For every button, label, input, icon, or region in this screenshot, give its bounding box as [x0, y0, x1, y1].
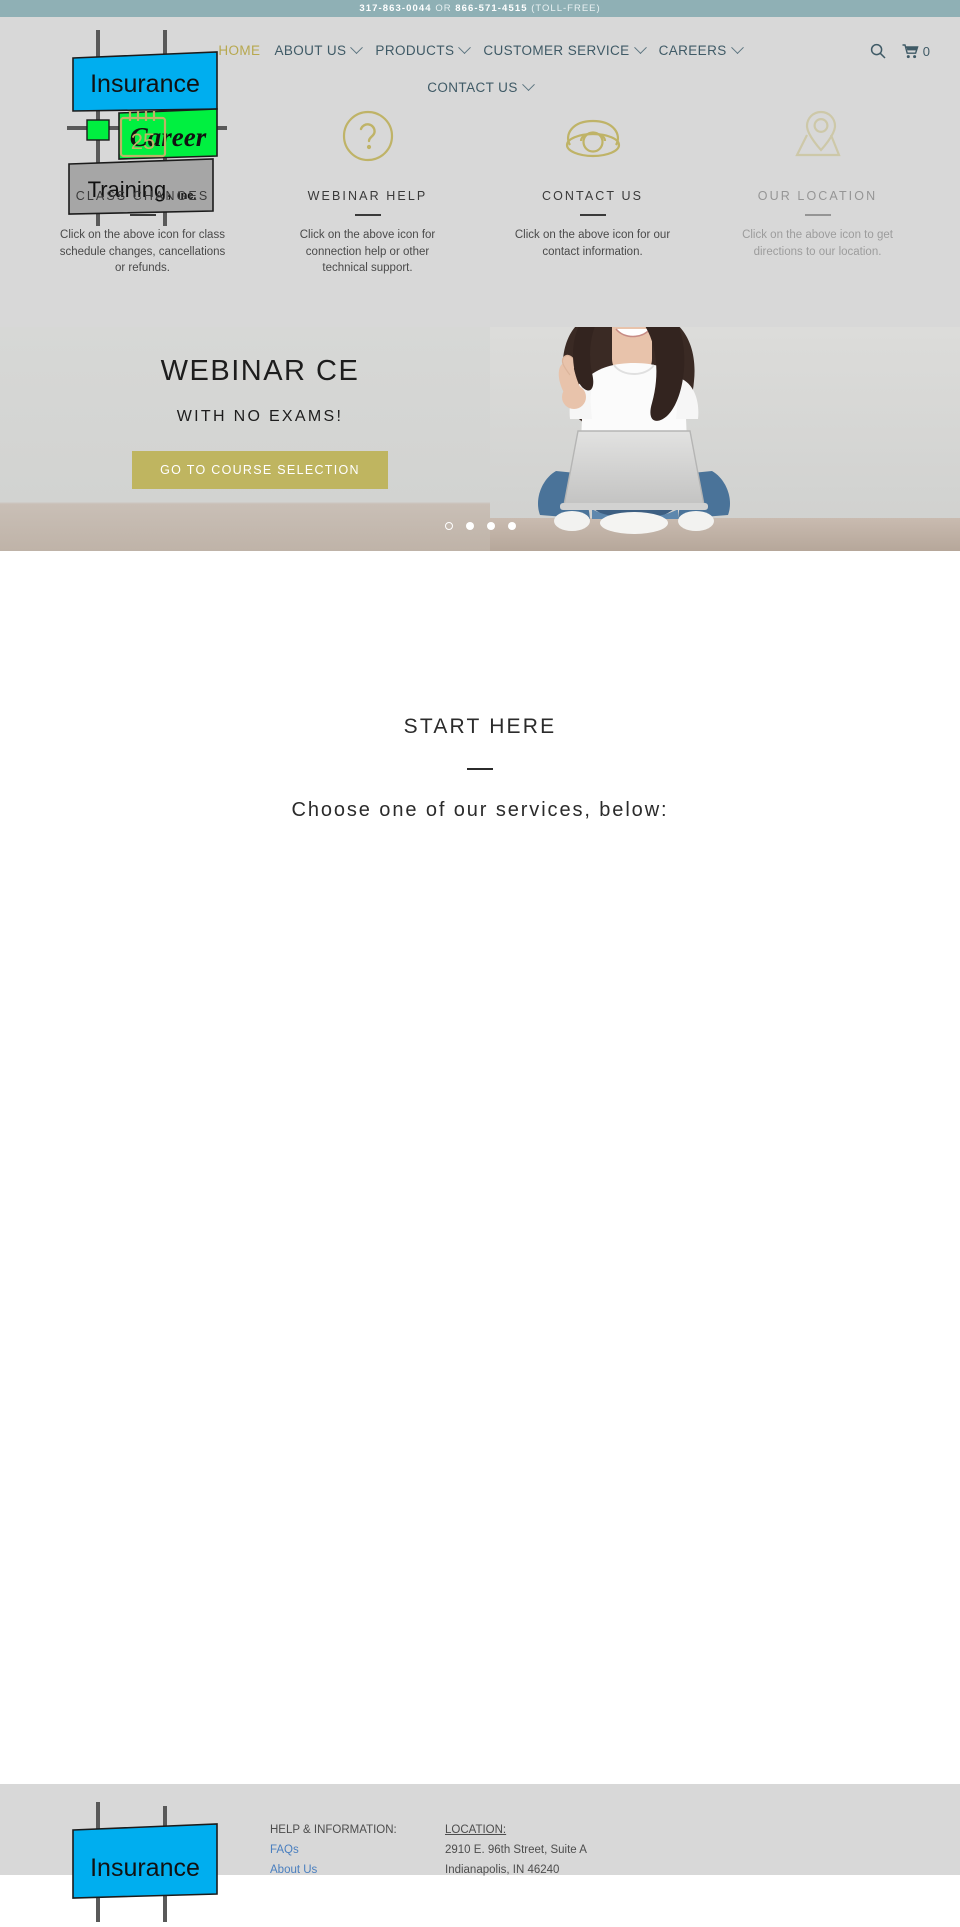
hero-title: WEBINAR CE: [160, 355, 360, 387]
footer-help-column: HELP & INFORMATION: FAQs About Us: [270, 1802, 445, 1876]
nav-item-careers[interactable]: CAREERS: [658, 40, 744, 58]
footer-help-heading: HELP & INFORMATION:: [270, 1824, 397, 1836]
feature-title: WEBINAR HELP: [307, 189, 428, 203]
site-header: Insurance Career Training, Inc. HOME ABO…: [0, 17, 960, 327]
chevron-down-icon: [458, 40, 472, 54]
header-utilities: 0: [870, 43, 930, 59]
footer-logo-graphic: Insurance: [72, 1802, 218, 1922]
feature-icon-wrap: [787, 107, 849, 165]
svg-text:25: 25: [130, 129, 154, 154]
footer-location-column: LOCATION: 2910 E. 96th Street, Suite A I…: [445, 1802, 587, 1876]
chevron-down-icon: [350, 40, 364, 54]
phone-number-tollfree[interactable]: 866-571-4515: [455, 3, 527, 14]
question-mark-circle-icon: [342, 110, 393, 162]
feature-title: OUR LOCATION: [757, 189, 878, 203]
feature-icon-wrap: [560, 107, 626, 165]
search-icon: [870, 43, 886, 59]
footer-address-line-1: 2910 E. 96th Street, Suite A: [445, 1844, 587, 1856]
feature-description: Click on the above icon to get direction…: [742, 229, 893, 258]
feature-title: CLASS CHANGES: [75, 189, 210, 203]
slider-dot-2[interactable]: [465, 522, 474, 530]
section-divider: [467, 768, 493, 770]
footer-link-about-us[interactable]: About Us: [270, 1864, 445, 1876]
feature-shortcuts-row: 25 CLASS CHANGES Click on the above icon…: [0, 107, 960, 277]
nav-row-primary: HOME ABOUT US PRODUCTS CUSTOMER SERVICE …: [218, 39, 744, 61]
chevron-down-icon: [633, 40, 647, 54]
page-title: START HERE: [403, 715, 557, 738]
feature-icon-wrap: [340, 107, 396, 165]
nav-item-label: CAREERS: [658, 42, 727, 58]
calendar-25-icon: 25: [119, 111, 166, 158]
chevron-down-icon: [730, 40, 744, 54]
start-here-section: START HERE Choose one of our services, b…: [0, 551, 960, 1551]
cart-icon: [902, 43, 919, 58]
feature-divider: [129, 214, 156, 216]
map-pin-icon: [794, 110, 841, 157]
svg-text:Insurance: Insurance: [90, 70, 200, 98]
woman-with-laptop-photo: [490, 327, 960, 551]
telephone-icon: [565, 119, 620, 158]
slider-dot-4[interactable]: [507, 522, 516, 530]
feature-divider: [579, 214, 606, 216]
feature-class-changes[interactable]: 25 CLASS CHANGES Click on the above icon…: [30, 107, 255, 277]
nav-item-label: CONTACT US: [427, 79, 518, 95]
feature-description: Click on the above icon for connection h…: [299, 229, 436, 274]
cart-button[interactable]: 0: [902, 44, 930, 59]
nav-item-label: PRODUCTS: [375, 42, 455, 58]
footer-link-faqs[interactable]: FAQs: [270, 1844, 445, 1856]
feature-description: Click on the above icon for our contact …: [514, 229, 671, 258]
feature-description: Click on the above icon for class schedu…: [59, 229, 226, 274]
nav-item-about-us[interactable]: ABOUT US: [274, 40, 364, 58]
feature-icon-wrap: 25: [115, 107, 171, 165]
nav-item-contact-us[interactable]: CONTACT US: [427, 77, 535, 95]
start-here-subtitle: Choose one of our services, below:: [291, 799, 669, 821]
feature-our-location[interactable]: OUR LOCATION Click on the above icon to …: [705, 107, 930, 277]
cart-count: 0: [922, 43, 930, 59]
hero-slider: WEBINAR CE WITH NO EXAMS! GO TO COURSE S…: [0, 327, 960, 551]
svg-text:Insurance: Insurance: [90, 1854, 200, 1882]
announcement-text: 317-863-0044 OR 866-571-4515 (TOLL-FREE): [359, 3, 600, 14]
slider-dot-3[interactable]: [486, 522, 495, 530]
footer-logo[interactable]: Insurance: [0, 1802, 270, 1922]
announcement-or: OR: [431, 3, 456, 14]
nav-item-label: ABOUT US: [274, 42, 347, 58]
nav-item-label: CUSTOMER SERVICE: [483, 42, 630, 58]
hero-cta-button[interactable]: GO TO COURSE SELECTION: [132, 451, 388, 489]
nav-row-secondary: CONTACT US: [427, 76, 535, 98]
feature-divider: [804, 214, 831, 216]
announcement-bar: 317-863-0044 OR 866-571-4515 (TOLL-FREE): [0, 0, 960, 17]
feature-title: CONTACT US: [541, 189, 644, 203]
feature-webinar-help[interactable]: WEBINAR HELP Click on the above icon for…: [255, 107, 480, 277]
feature-divider: [354, 214, 381, 216]
nav-item-products[interactable]: PRODUCTS: [375, 40, 472, 58]
chevron-down-icon: [521, 77, 535, 91]
announcement-tollfree-label: (TOLL-FREE): [527, 3, 601, 14]
hero-subtitle: WITH NO EXAMS!: [176, 408, 344, 425]
search-button[interactable]: [870, 43, 886, 59]
hero-content: WEBINAR CE WITH NO EXAMS! GO TO COURSE S…: [0, 327, 520, 489]
footer-location-heading: LOCATION:: [445, 1824, 507, 1836]
nav-item-customer-service[interactable]: CUSTOMER SERVICE: [483, 40, 647, 58]
site-footer: Insurance HELP & INFORMATION: FAQs About…: [0, 1784, 960, 1922]
slider-dot-1[interactable]: [444, 522, 453, 530]
hero-slider-dots: [0, 522, 960, 530]
feature-contact-us[interactable]: CONTACT US Click on the above icon for o…: [480, 107, 705, 277]
phone-number-primary[interactable]: 317-863-0044: [359, 3, 431, 14]
footer-address-line-2: Indianapolis, IN 46240: [445, 1864, 560, 1876]
hero-photo: [490, 327, 960, 551]
